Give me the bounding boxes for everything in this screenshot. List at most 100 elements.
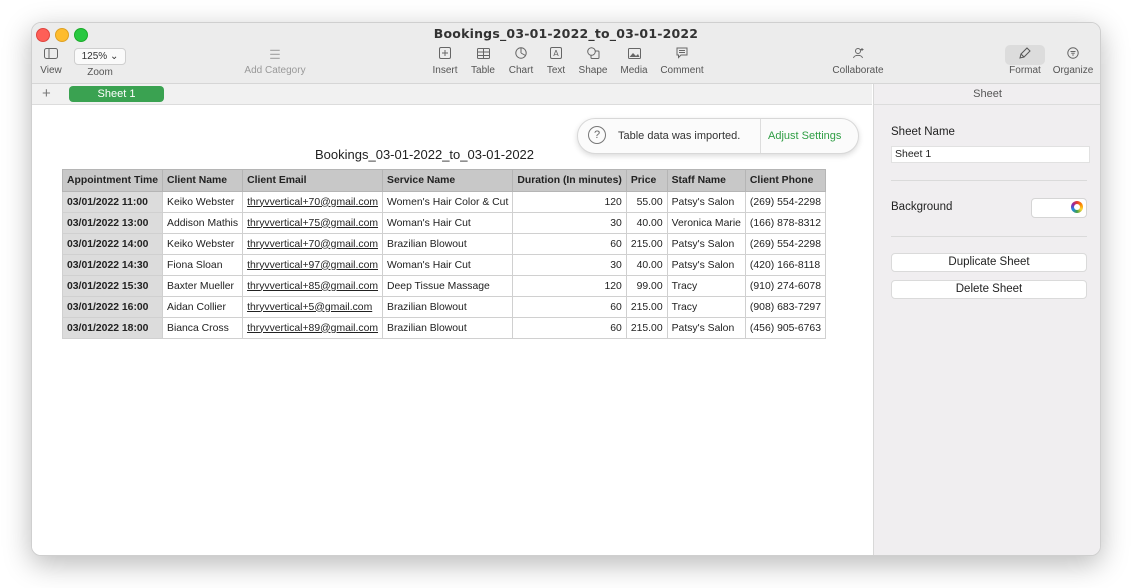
table-cell[interactable]: Patsy's Salon <box>666 233 746 255</box>
table-cell[interactable]: 60 <box>512 296 627 318</box>
table-cell[interactable]: 215.00 <box>625 296 668 318</box>
table-cell[interactable]: Keiko Webster <box>162 233 244 255</box>
table-cell[interactable]: 215.00 <box>625 233 668 255</box>
table-cell[interactable]: 120 <box>512 191 627 213</box>
table-cell[interactable]: Baxter Mueller <box>162 275 244 297</box>
table-cell[interactable]: 30 <box>512 254 627 276</box>
table-cell[interactable]: Fiona Sloan <box>162 254 244 276</box>
table-cell[interactable]: Woman's Hair Cut <box>382 212 514 234</box>
table-cell[interactable]: 40.00 <box>625 254 668 276</box>
column-header[interactable]: Client Email <box>242 169 384 192</box>
insert-button[interactable]: Insert <box>428 45 462 77</box>
column-header[interactable]: Client Name <box>162 169 244 192</box>
table-cell[interactable]: 03/01/2022 11:00 <box>61 191 164 213</box>
bookings-table[interactable]: Appointment Time Client Name Client Emai… <box>61 169 826 339</box>
format-button[interactable]: Format <box>1002 45 1048 77</box>
table-cell[interactable]: (269) 554-2298 <box>744 191 826 213</box>
table-cell[interactable]: 03/01/2022 14:30 <box>61 254 164 276</box>
table-cell[interactable]: 03/01/2022 15:30 <box>61 275 164 297</box>
email-cell[interactable]: thryvvertical+89@gmail.com <box>242 317 384 339</box>
table-cell[interactable]: (910) 274-6078 <box>744 275 826 297</box>
email-cell[interactable]: thryvvertical+70@gmail.com <box>242 233 384 255</box>
table-cell[interactable]: Tracy <box>666 296 746 318</box>
table-cell[interactable]: 60 <box>512 233 627 255</box>
table-cell[interactable]: 40.00 <box>625 212 668 234</box>
toolbar: View 125% ⌄ Zoom ☰ Add Category Insert T… <box>32 45 1100 84</box>
table-cell[interactable]: Bianca Cross <box>162 317 244 339</box>
close-window-button[interactable] <box>36 28 50 42</box>
shape-label: Shape <box>578 65 608 76</box>
table-header-row: Appointment Time Client Name Client Emai… <box>61 169 826 192</box>
organize-label: Organize <box>1052 65 1094 76</box>
table-cell[interactable]: 60 <box>512 317 627 339</box>
table-cell[interactable]: Tracy <box>666 275 746 297</box>
organize-button[interactable]: Organize <box>1050 45 1096 77</box>
table-cell[interactable]: Veronica Marie <box>666 212 746 234</box>
text-button[interactable]: A Text <box>540 45 572 77</box>
table-cell[interactable]: 03/01/2022 16:00 <box>61 296 164 318</box>
comment-button[interactable]: Comment <box>657 45 707 77</box>
zoom-control[interactable]: 125% ⌄ Zoom <box>70 45 130 79</box>
shape-button[interactable]: Shape <box>575 45 611 77</box>
email-cell[interactable]: thryvvertical+97@gmail.com <box>242 254 384 276</box>
sheet-name-input[interactable]: Sheet 1 <box>891 146 1090 163</box>
table-cell[interactable]: Aidan Collier <box>162 296 244 318</box>
table-cell[interactable]: Brazilian Blowout <box>382 233 514 255</box>
table-cell[interactable]: 215.00 <box>625 317 668 339</box>
import-notice-text: Table data was imported. <box>618 130 741 142</box>
table-cell[interactable]: Deep Tissue Massage <box>382 275 514 297</box>
media-button[interactable]: Media <box>616 45 652 77</box>
table-cell[interactable]: 99.00 <box>625 275 668 297</box>
table-button[interactable]: Table <box>466 45 500 77</box>
add-sheet-button[interactable]: + <box>42 84 51 104</box>
duplicate-sheet-button[interactable]: Duplicate Sheet <box>891 253 1087 272</box>
column-header[interactable]: Service Name <box>382 169 514 192</box>
table-cell[interactable]: 55.00 <box>625 191 668 213</box>
column-header[interactable]: Duration (In minutes) <box>512 169 627 192</box>
table-cell[interactable]: Patsy's Salon <box>666 317 746 339</box>
table-row: 03/01/2022 16:00 Aidan Collier thryvvertic… <box>61 296 826 318</box>
collaborate-button[interactable]: Collaborate <box>826 45 890 77</box>
table-cell[interactable]: (269) 554-2298 <box>744 233 826 255</box>
table-row: 03/01/2022 11:00 Keiko Webster thryvvertic… <box>61 191 826 213</box>
table-cell[interactable]: Women's Hair Color & Cut <box>382 191 514 213</box>
table-cell[interactable]: Patsy's Salon <box>666 191 746 213</box>
view-button[interactable]: View <box>36 45 66 77</box>
table-cell[interactable]: Patsy's Salon <box>666 254 746 276</box>
minimize-window-button[interactable] <box>55 28 69 42</box>
column-header[interactable]: Appointment Time <box>61 169 164 192</box>
table-cell[interactable]: Brazilian Blowout <box>382 296 514 318</box>
email-cell[interactable]: thryvvertical+5@gmail.com <box>242 296 384 318</box>
column-header[interactable]: Price <box>625 169 668 192</box>
email-cell[interactable]: thryvvertical+75@gmail.com <box>242 212 384 234</box>
email-cell[interactable]: thryvvertical+70@gmail.com <box>242 191 384 213</box>
table-cell[interactable]: Brazilian Blowout <box>382 317 514 339</box>
table-cell[interactable]: (166) 878-8312 <box>744 212 826 234</box>
email-cell[interactable]: thryvvertical+85@gmail.com <box>242 275 384 297</box>
delete-sheet-button[interactable]: Delete Sheet <box>891 280 1087 299</box>
table-cell[interactable]: (420) 166-8118 <box>744 254 826 276</box>
background-color-well[interactable] <box>1031 198 1087 218</box>
table-cell[interactable]: (908) 683-7297 <box>744 296 826 318</box>
table-cell[interactable]: (456) 905-6763 <box>744 317 826 339</box>
table-cell[interactable]: Addison Mathis <box>162 212 244 234</box>
table-cell[interactable]: 03/01/2022 14:00 <box>61 233 164 255</box>
tab-sheet-1[interactable]: Sheet 1 <box>69 86 164 102</box>
photo-icon <box>616 45 652 65</box>
table-title[interactable]: Bookings_03-01-2022_to_03-01-2022 <box>315 147 534 162</box>
column-header[interactable]: Staff Name <box>666 169 746 192</box>
chart-button[interactable]: Chart <box>504 45 538 77</box>
column-header[interactable]: Client Phone <box>744 169 826 192</box>
media-label: Media <box>620 65 648 76</box>
add-category-button[interactable]: ☰ Add Category <box>240 45 310 77</box>
table-cell[interactable]: Keiko Webster <box>162 191 244 213</box>
adjust-settings-button[interactable]: Adjust Settings <box>768 119 841 153</box>
table-cell[interactable]: 03/01/2022 18:00 <box>61 317 164 339</box>
maximize-window-button[interactable] <box>74 28 88 42</box>
table-cell[interactable]: Woman's Hair Cut <box>382 254 514 276</box>
table-cell[interactable]: 120 <box>512 275 627 297</box>
table-cell[interactable]: 30 <box>512 212 627 234</box>
chart-icon <box>504 45 538 65</box>
table-cell[interactable]: 03/01/2022 13:00 <box>61 212 164 234</box>
zoom-select[interactable]: 125% ⌄ <box>73 48 127 65</box>
